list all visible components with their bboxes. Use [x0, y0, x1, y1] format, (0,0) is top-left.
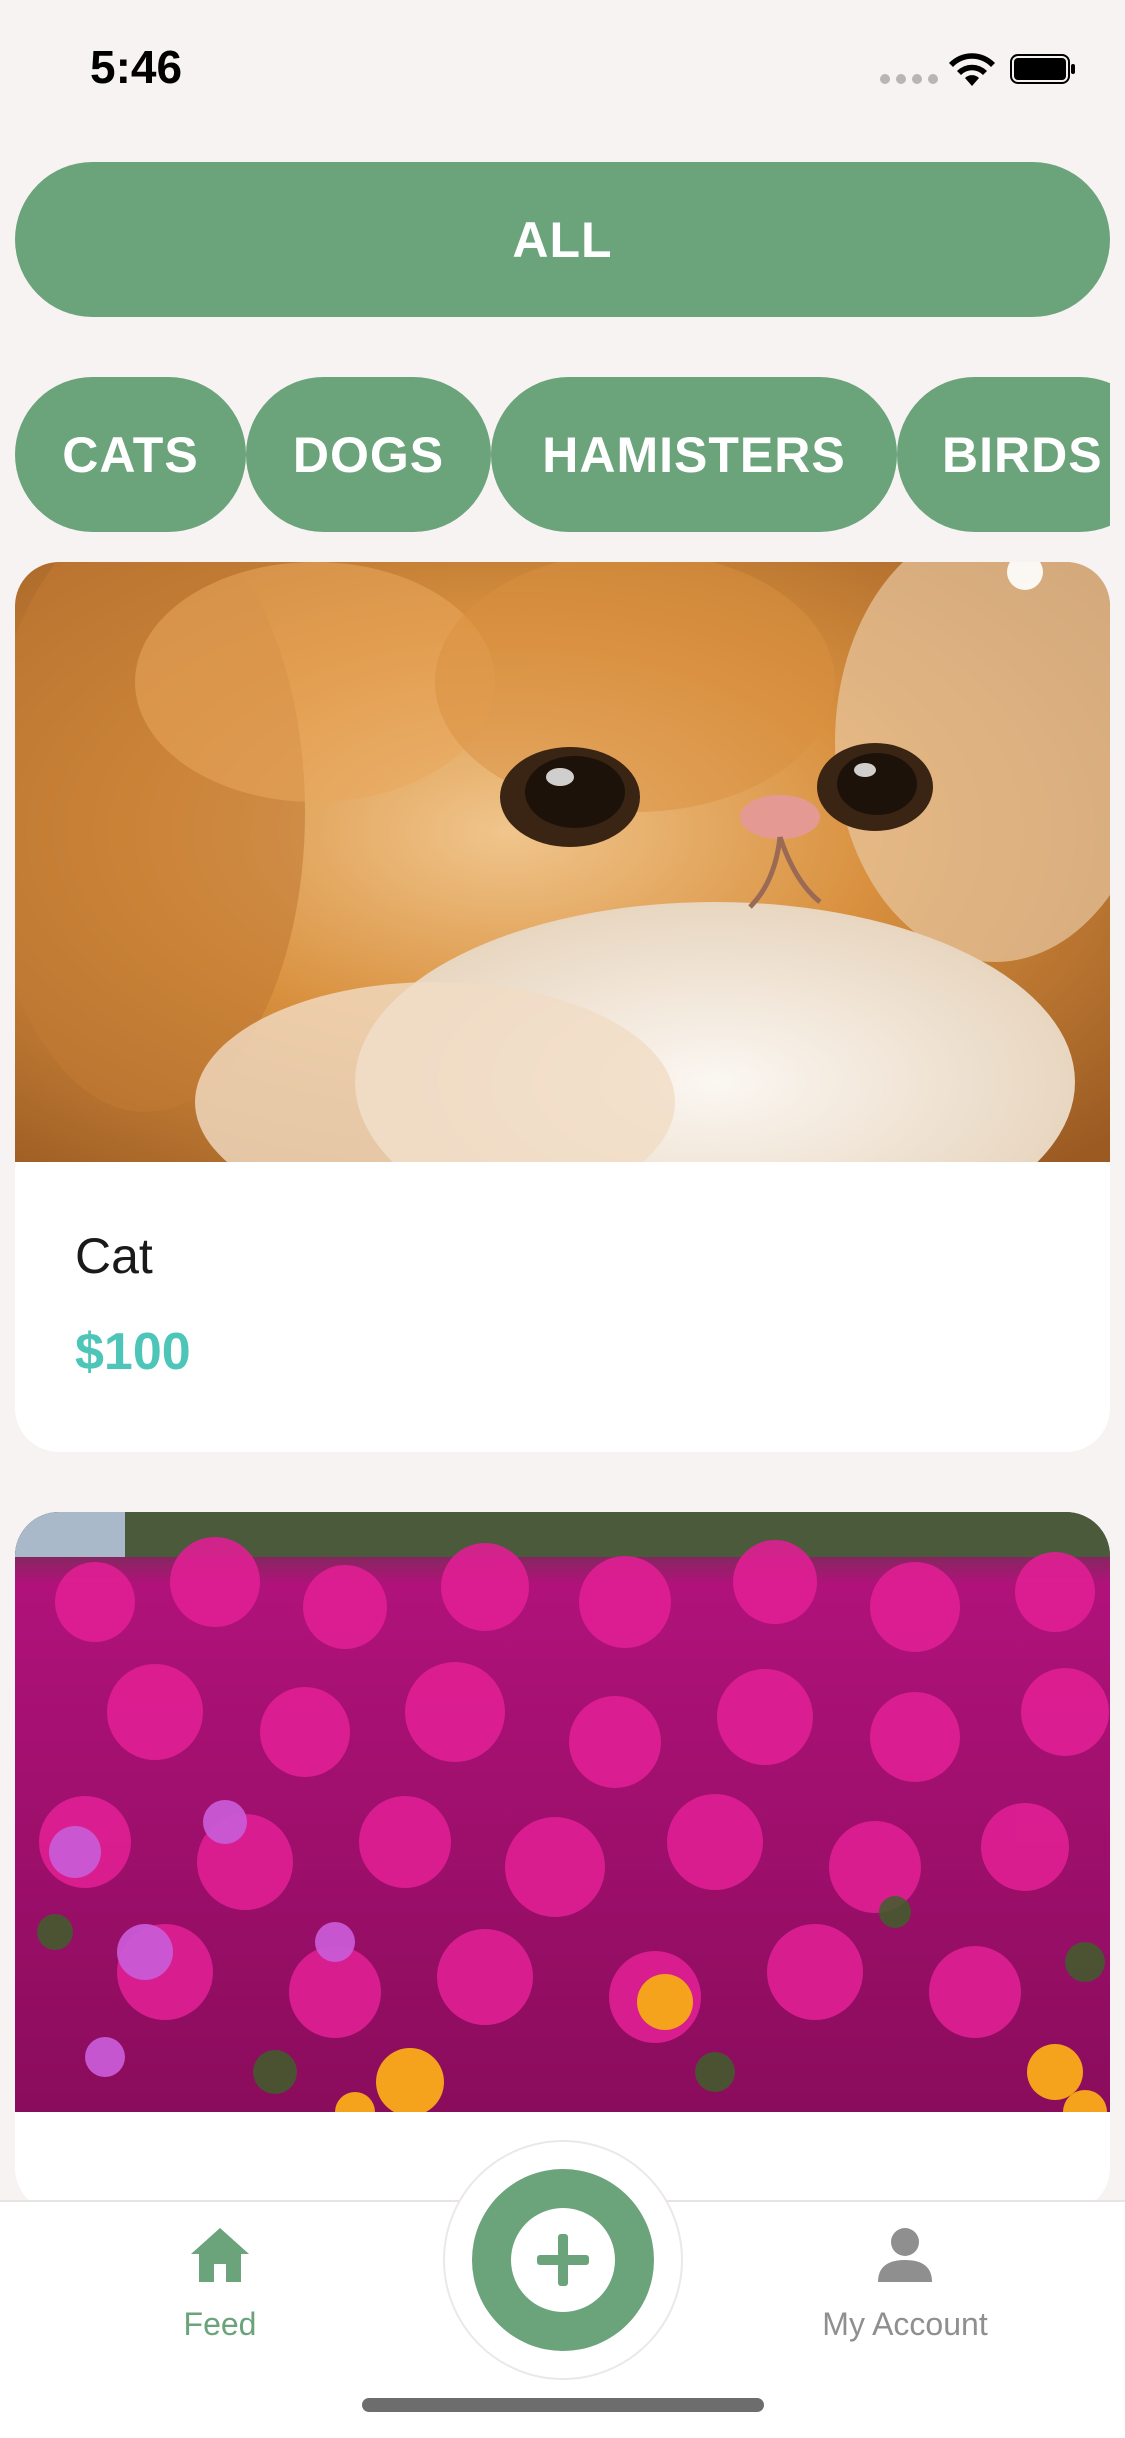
wifi-icon: [949, 53, 995, 86]
listing-price: $100: [75, 1323, 191, 1381]
listing-title: Cat: [75, 1228, 153, 1284]
kitten-photo: [15, 562, 1110, 1162]
home-icon: [191, 2228, 249, 2282]
status-bar: 5:46: [0, 0, 1125, 140]
person-icon: [878, 2228, 932, 2282]
category-chips: CATS DOGS HAMISTERS BIRDS: [15, 377, 1110, 532]
tab-account-label: My Account: [822, 2306, 988, 2342]
add-listing-button[interactable]: [472, 2169, 654, 2351]
plus-icon: [511, 2208, 615, 2312]
home-indicator: [362, 2398, 764, 2412]
filter-dogs-button[interactable]: DOGS: [246, 377, 491, 532]
listing-card[interactable]: Cat $100: [15, 562, 1110, 1452]
filter-all-button[interactable]: ALL: [15, 162, 1110, 317]
filter-hamisters-button[interactable]: HAMISTERS: [491, 377, 897, 532]
tab-feed-label: Feed: [183, 2306, 257, 2342]
filter-birds-button[interactable]: BIRDS: [897, 377, 1110, 532]
battery-icon: [1010, 54, 1075, 84]
status-time: 5:46: [90, 41, 183, 93]
listing-card[interactable]: [15, 1512, 1110, 2212]
pink-flowers-photo: [15, 1512, 1110, 2112]
tab-feed[interactable]: Feed: [90, 2222, 350, 2343]
tab-my-account[interactable]: My Account: [775, 2222, 1035, 2343]
cellular-signal-icon: [880, 74, 938, 84]
filter-cats-button[interactable]: CATS: [15, 377, 246, 532]
